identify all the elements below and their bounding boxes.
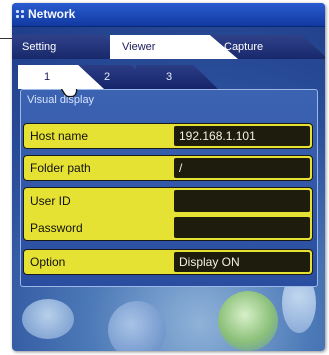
visual-display-panel: Visual display Host name 192.168.1.101 F… [20, 89, 318, 287]
folder-path-label: Folder path [30, 161, 91, 175]
camera-icon [218, 291, 278, 351]
background-bubble [108, 301, 166, 351]
window-title: Network [28, 7, 76, 21]
user-id-label: User ID [30, 194, 71, 208]
host-name-label: Host name [30, 129, 89, 143]
subtab-3-label: 3 [166, 71, 173, 83]
host-name-row: Host name 192.168.1.101 [23, 123, 313, 149]
user-id-field[interactable] [174, 190, 310, 212]
option-row: Option Display ON [23, 249, 313, 275]
password-label: Password [30, 221, 83, 235]
folder-path-field[interactable]: / [174, 158, 310, 178]
subtab-3[interactable]: 3 [136, 65, 218, 89]
subtab-1-label: 1 [44, 71, 51, 83]
network-window: Network Setting Capture Viewer 2 3 1 Vis… [12, 3, 325, 351]
password-field[interactable] [174, 217, 310, 238]
option-label: Option [30, 255, 66, 269]
subtab-2-label: 2 [104, 71, 111, 83]
title-bar: Network [12, 3, 325, 27]
folder-path-row: Folder path / [23, 155, 313, 181]
option-select[interactable]: Display ON [174, 252, 310, 272]
grid-icon [16, 10, 25, 19]
callout-line [0, 38, 12, 39]
background-bubble [22, 299, 74, 339]
credentials-row: User ID Password [23, 187, 313, 241]
host-name-field[interactable]: 192.168.1.101 [174, 126, 310, 146]
main-tabs: Setting Capture Viewer [12, 27, 325, 61]
sub-tabs: 2 3 1 [12, 61, 325, 91]
